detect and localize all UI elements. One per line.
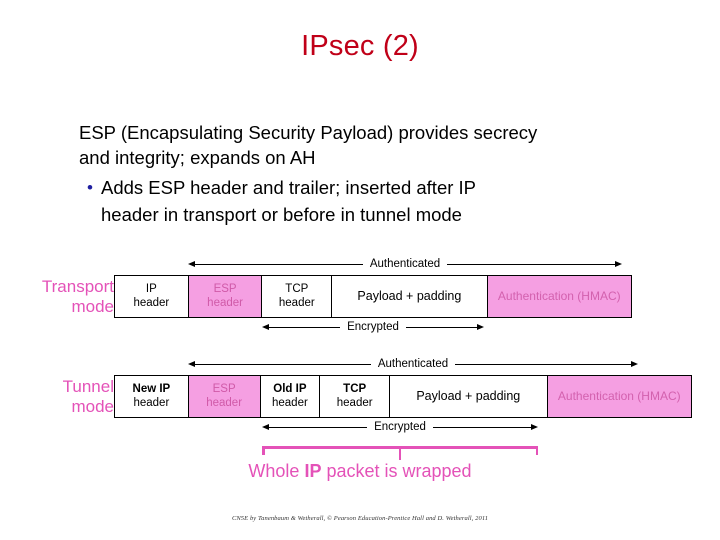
arrow-head-left-icon [188, 261, 195, 267]
tunnel-mode-label-line-2: mode [71, 397, 114, 416]
cell-line-2: header [336, 396, 373, 409]
cell-line-2: header [133, 396, 170, 409]
whole-packet-note-part-2: packet is wrapped [321, 461, 472, 481]
cell-line-2: header [133, 296, 170, 309]
transport-authenticated-arrow: Authenticated [188, 257, 622, 271]
packet-cell-payload: Payload + padding [332, 276, 488, 317]
tunnel-encrypted-label: Encrypted [374, 420, 426, 433]
bullet-text-line-2: header in transport or before in tunnel … [101, 204, 462, 225]
arrow-line [447, 263, 615, 265]
cell-line-1: Old IP [273, 383, 307, 395]
arrow-head-left-icon [188, 361, 195, 367]
tunnel-mode-label-line-1: Tunnel [62, 377, 114, 396]
cell-line-2: header [271, 396, 308, 409]
whole-packet-bracket [262, 446, 538, 462]
arrow-line [432, 426, 531, 428]
packet-cell-esp-header: ESP header [188, 276, 263, 317]
tunnel-packet-row: New IP header ESP header Old IP header T… [114, 375, 692, 418]
bracket-center-stem [398, 446, 402, 460]
packet-cell-authentication-hmac: Authentication (HMAC) [487, 276, 631, 317]
packet-cell-tcp-header: TCP header [262, 276, 333, 317]
transport-encrypted-arrow: Encrypted [262, 320, 484, 334]
bracket-left-tick [262, 446, 265, 455]
arrow-line [195, 263, 363, 265]
arrow-head-right-icon [531, 424, 538, 430]
cell-line-2: header [207, 296, 243, 309]
cell-line-1: New IP [132, 383, 171, 395]
packet-cell-ip-header: IP header [115, 276, 189, 317]
page-title: IPsec (2) [301, 30, 419, 62]
transport-mode-label-line-2: mode [71, 297, 114, 316]
tunnel-encrypted-arrow: Encrypted [262, 420, 538, 434]
packet-cell-new-ip-header: New IP header [115, 376, 189, 417]
packet-cell-payload: Payload + padding [390, 376, 548, 417]
cell-line-1: Authentication (HMAC) [557, 388, 681, 403]
bullet-text: Adds ESP header and trailer; inserted af… [101, 174, 476, 228]
cell-line-1: ESP [213, 283, 237, 295]
arrow-line [269, 426, 368, 428]
arrow-head-right-icon [615, 261, 622, 267]
lead-text-line-2: and integrity; expands on AH [79, 147, 316, 168]
bullet-text-line-1: Adds ESP header and trailer; inserted af… [101, 177, 477, 198]
packet-cell-old-ip-header: Old IP header [260, 376, 321, 417]
whole-packet-note-part-1: Whole [248, 461, 305, 481]
bracket-right-tick [535, 446, 538, 455]
arrow-head-right-icon [477, 324, 484, 330]
arrow-head-right-icon [631, 361, 638, 367]
transport-packet-row: IP header ESP header TCP header Payload … [114, 275, 632, 318]
arrow-line [269, 326, 341, 328]
arrow-line [405, 326, 477, 328]
whole-packet-note-emphasis: IP [304, 461, 322, 481]
cell-line-1: ESP [212, 383, 236, 395]
arrow-line [195, 363, 371, 365]
tunnel-mode-label: Tunnel mode [18, 377, 114, 417]
cell-line-1: TCP [285, 283, 309, 295]
arrow-head-left-icon [262, 324, 269, 330]
packet-cell-authentication-hmac: Authentication (HMAC) [547, 376, 692, 417]
packet-cell-tcp-header: TCP header [320, 376, 391, 417]
cell-line-1: IP [145, 283, 157, 295]
transport-encrypted-label: Encrypted [347, 320, 399, 333]
whole-packet-note: Whole IP packet is wrapped [0, 461, 720, 482]
arrow-line [455, 363, 631, 365]
arrow-head-left-icon [262, 424, 269, 430]
cell-line-1: TCP [343, 383, 367, 395]
cell-line-2: header [278, 296, 315, 309]
cell-line-1: Payload + padding [416, 388, 521, 403]
packet-cell-esp-header: ESP header [188, 376, 261, 417]
tunnel-authenticated-arrow: Authenticated [188, 357, 638, 371]
transport-authenticated-label: Authenticated [369, 257, 441, 270]
transport-mode-label: Transport mode [18, 277, 114, 317]
cell-line-1: Authentication (HMAC) [497, 288, 621, 303]
transport-mode-label-line-1: Transport [41, 277, 114, 296]
bullet-item: • Adds ESP header and trailer; inserted … [79, 174, 659, 228]
cell-line-1: Payload + padding [357, 288, 462, 303]
bullet-dot-icon: • [87, 178, 93, 197]
body-text-block: ESP (Encapsulating Security Payload) pro… [79, 120, 659, 228]
lead-text-line-1: ESP (Encapsulating Security Payload) pro… [79, 122, 538, 143]
tunnel-authenticated-label: Authenticated [377, 357, 449, 370]
footer-credit: CN5E by Tanenbaum & Wetherall, © Pearson… [231, 515, 489, 522]
cell-line-2: header [206, 396, 243, 409]
